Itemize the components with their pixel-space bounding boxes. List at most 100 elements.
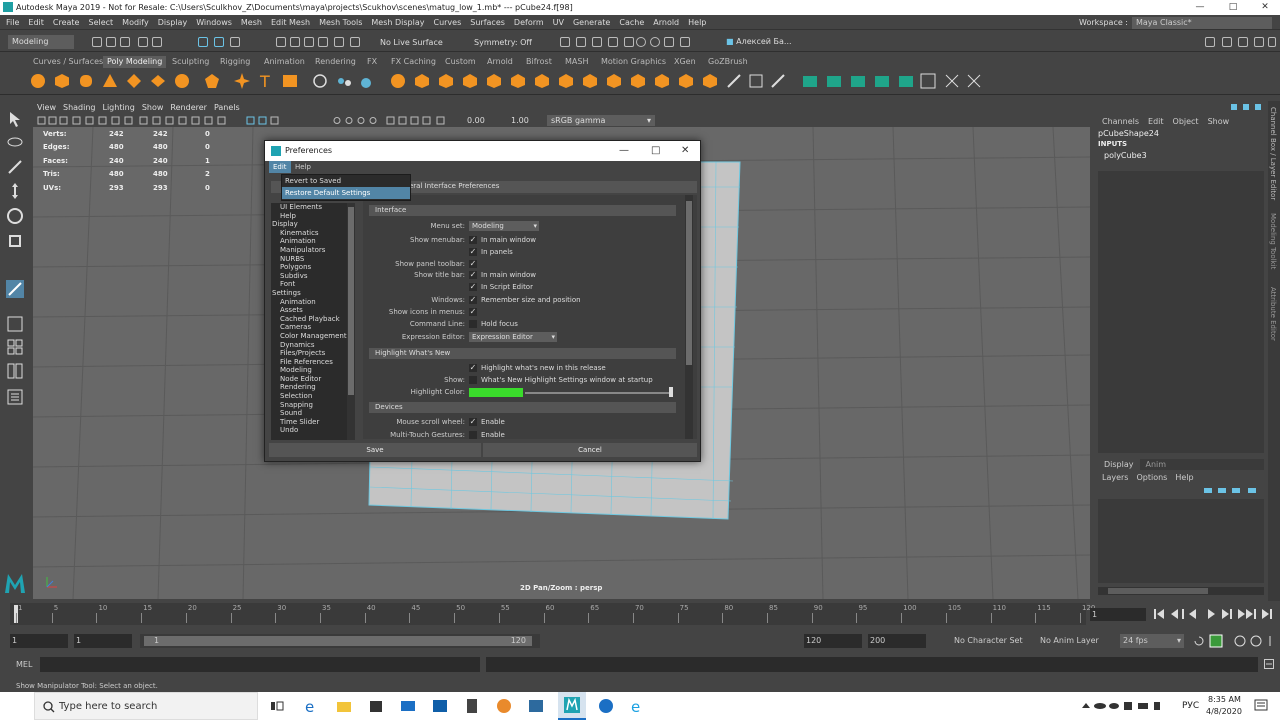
select-tool-icon[interactable] (6, 110, 24, 128)
viewport-menu-lighting[interactable]: Lighting (102, 103, 134, 112)
side-tab-modeling-toolkit[interactable]: Modeling Toolkit (1269, 213, 1277, 269)
uv-editor-icon[interactable] (748, 73, 764, 89)
shelf-tab-fx[interactable]: FX (367, 56, 377, 68)
cb-menu-object[interactable]: Object (1173, 117, 1199, 126)
arnold-render-icon[interactable] (650, 37, 660, 47)
layer-scrollbar[interactable] (1098, 587, 1264, 595)
poly-cylinder-icon[interactable] (78, 73, 94, 89)
poly-plane-icon[interactable] (150, 73, 166, 89)
remember-size-checkbox[interactable]: ✓ (469, 296, 477, 304)
close-button[interactable]: ✕ (1250, 0, 1280, 15)
snap-curve-icon[interactable] (290, 37, 300, 47)
mel-input[interactable] (40, 657, 480, 672)
taskbar-time[interactable]: 8:35 AM (1208, 695, 1241, 704)
cut-uv-icon[interactable] (802, 73, 818, 89)
cb-menu-edit[interactable]: Edit (1148, 117, 1164, 126)
category-item[interactable]: Animation (271, 298, 355, 307)
side-tab-channel-box[interactable]: Channel Box / Layer Editor (1269, 107, 1277, 200)
symmetry-label[interactable]: Symmetry: Off (474, 38, 532, 47)
playblast-icon[interactable] (664, 37, 674, 47)
paint-select-icon[interactable] (6, 158, 24, 176)
settings-scrollbar[interactable] (685, 195, 693, 439)
outliner-icon[interactable] (6, 388, 24, 406)
highlight-color-slider-handle[interactable] (669, 387, 673, 397)
attribute-editor-icon[interactable] (1222, 37, 1232, 47)
shelf-tab-sculpting[interactable]: Sculpting (172, 56, 209, 68)
chrome-icon[interactable] (598, 698, 614, 714)
hold-focus-checkbox[interactable] (469, 320, 477, 328)
category-item[interactable]: Node Editor (271, 375, 355, 384)
pref-maximize-button[interactable]: □ (651, 141, 660, 161)
category-item[interactable]: Animation (271, 237, 355, 246)
start-button[interactable] (0, 692, 34, 720)
mouse-scroll-checkbox[interactable]: ✓ (469, 418, 477, 426)
distort-icon[interactable] (944, 73, 960, 89)
fps-dropdown[interactable]: 24 fps ▾ (1120, 634, 1184, 648)
category-item[interactable]: Kinematics (271, 229, 355, 238)
orient-uv-icon[interactable] (898, 73, 914, 89)
menu-deform[interactable]: Deform (514, 18, 544, 27)
snipping-tool-icon[interactable] (528, 698, 544, 714)
menu-select[interactable]: Select (88, 18, 113, 27)
channel-box-toggle-icons[interactable] (1230, 103, 1264, 112)
cb-input-node[interactable]: polyCube3 (1104, 151, 1147, 160)
four-view-icon[interactable] (6, 338, 24, 356)
extrude-icon[interactable] (390, 73, 406, 89)
layer-menu-layers[interactable]: Layers (1102, 473, 1128, 482)
type-icon[interactable]: T (258, 73, 274, 89)
menu-uv[interactable]: UV (553, 18, 564, 27)
taskbar-date[interactable]: 4/8/2020 (1206, 707, 1242, 716)
titlebar-script-editor-checkbox[interactable]: ✓ (469, 283, 477, 291)
multi-cut-icon[interactable] (510, 73, 526, 89)
exposure-value[interactable]: 0.00 (467, 116, 485, 125)
menu-help[interactable]: Help (688, 18, 706, 27)
whats-new-settings-checkbox[interactable] (469, 376, 477, 384)
undo-icon[interactable] (138, 37, 148, 47)
render-icon[interactable] (592, 37, 602, 47)
playback-options-icons[interactable] (1192, 634, 1276, 648)
titlebar-main-window-checkbox[interactable]: ✓ (469, 271, 477, 279)
menu-surfaces[interactable]: Surfaces (470, 18, 505, 27)
category-item[interactable]: Settings (271, 289, 355, 298)
menu-modify[interactable]: Modify (122, 18, 149, 27)
new-scene-icon[interactable] (92, 37, 102, 47)
menu-arnold[interactable]: Arnold (653, 18, 679, 27)
target-weld-icon[interactable] (534, 73, 550, 89)
poly-torus-icon[interactable] (126, 73, 142, 89)
task-view-icon[interactable] (270, 699, 284, 713)
poly-sphere-icon[interactable] (30, 73, 46, 89)
tool-settings-icon[interactable] (1238, 37, 1248, 47)
viewport-menu-shading[interactable]: Shading (63, 103, 96, 112)
sculpt-brush-icon[interactable] (726, 73, 742, 89)
redo-icon[interactable] (152, 37, 162, 47)
align-icon[interactable] (966, 73, 982, 89)
category-item[interactable]: NURBS (271, 255, 355, 264)
show-manipulator-icon[interactable] (6, 280, 24, 298)
scene-start-field[interactable]: 1 (10, 634, 68, 648)
cb-menu-show[interactable]: Show (1208, 117, 1230, 126)
poke-icon[interactable] (702, 73, 718, 89)
live-surface-label[interactable]: No Live Surface (380, 38, 443, 47)
category-item[interactable]: Sound (271, 409, 355, 418)
range-bar[interactable]: 1 120 (144, 636, 532, 646)
open-scene-icon[interactable] (106, 37, 116, 47)
playback-controls[interactable] (1152, 607, 1278, 621)
pref-menu-edit[interactable]: Edit (269, 161, 291, 173)
menu-curves[interactable]: Curves (433, 18, 461, 27)
separate-icon[interactable] (336, 73, 352, 89)
category-item[interactable]: UI Elements (271, 203, 355, 212)
category-item[interactable]: Subdivs (271, 272, 355, 281)
poly-cube-icon[interactable] (54, 73, 70, 89)
poly-disc-icon[interactable] (174, 73, 190, 89)
scale-tool-icon[interactable] (6, 232, 24, 250)
menubar-panels-checkbox[interactable]: ✓ (469, 248, 477, 256)
shelf-tab-gozbrush[interactable]: GoZBrush (708, 56, 748, 68)
taskbar-maya-app[interactable] (558, 692, 586, 720)
sew-uv-icon[interactable] (826, 73, 842, 89)
mail-icon[interactable] (400, 698, 416, 714)
select-by-component-icon[interactable] (214, 37, 224, 47)
shelf-tab-arnold[interactable]: Arnold (487, 56, 513, 68)
smooth-icon[interactable] (358, 73, 374, 89)
outlook-icon[interactable] (432, 698, 448, 714)
shelf-tab-rigging[interactable]: Rigging (220, 56, 250, 68)
